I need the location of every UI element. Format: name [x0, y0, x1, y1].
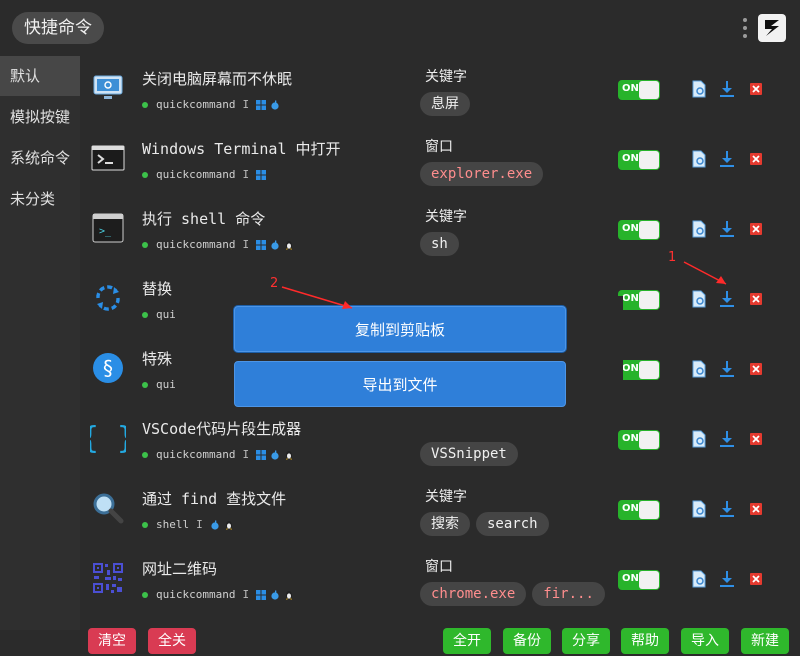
backup-button[interactable]: 备份: [503, 628, 551, 654]
annotation-1: 1: [668, 250, 677, 265]
import-button[interactable]: 导入: [681, 628, 729, 654]
annotation-2: 2: [270, 276, 279, 291]
share-button[interactable]: 分享: [562, 628, 610, 654]
help-button[interactable]: 帮助: [621, 628, 669, 654]
clear-button[interactable]: 清空: [88, 628, 136, 654]
bottom-toolbar: 清空 全关 全开 备份 分享 帮助 导入 新建: [80, 628, 800, 656]
enable-all-button[interactable]: 全开: [443, 628, 491, 654]
annotation-arrows: [281, 261, 727, 309]
new-button[interactable]: 新建: [741, 628, 789, 654]
disable-all-button[interactable]: 全关: [148, 628, 196, 654]
